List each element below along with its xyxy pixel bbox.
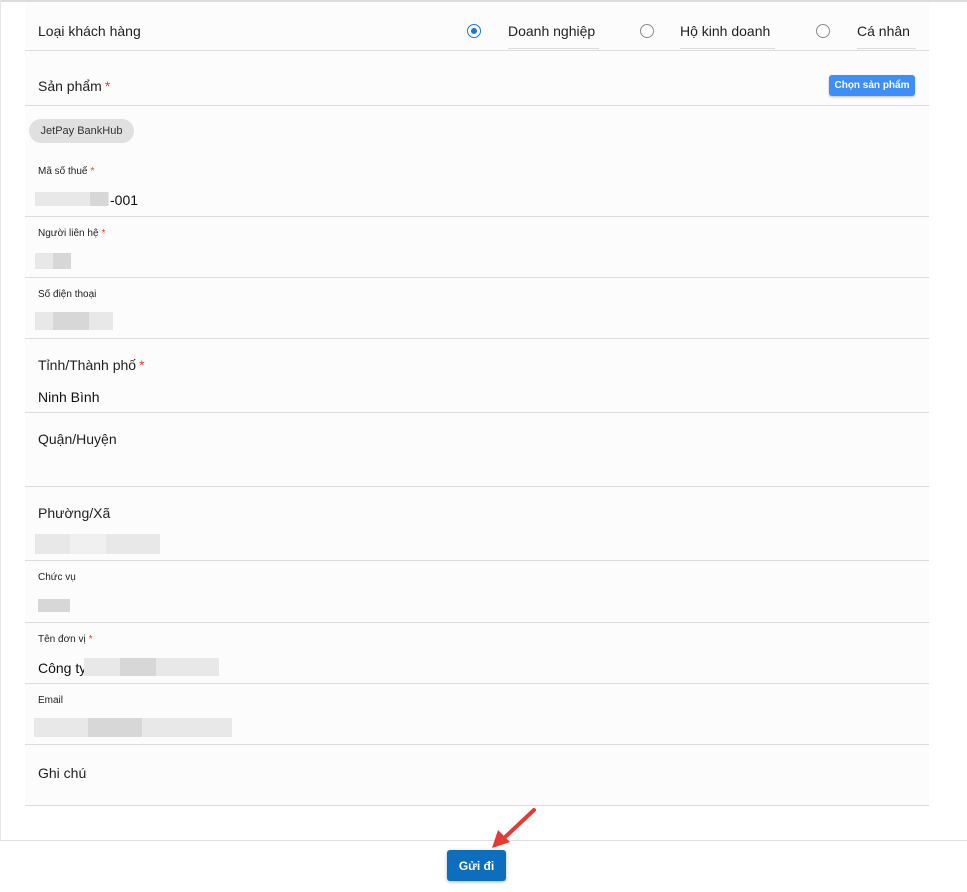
province-label: Tỉnh/Thành phố *: [38, 357, 145, 373]
position-label: Chức vụ: [38, 572, 76, 583]
option-underline: [508, 48, 599, 49]
radio-ho-kinh-doanh[interactable]: [640, 24, 654, 38]
redacted-block: [88, 718, 142, 737]
required-mark: *: [139, 357, 145, 373]
redacted-block: [90, 192, 108, 206]
redacted-block: [70, 534, 106, 554]
divider: [25, 805, 929, 806]
province-value[interactable]: Ninh Bình: [38, 389, 99, 405]
divider: [25, 622, 929, 623]
redacted-block: [53, 253, 71, 269]
option-underline: [680, 48, 775, 49]
ward-label: Phường/Xã: [38, 505, 111, 521]
divider: [25, 486, 929, 487]
product-label-text: Sản phẩm: [38, 78, 102, 94]
footer-divider: [0, 840, 967, 841]
divider: [25, 50, 929, 51]
customer-type-label: Loại khách hàng: [38, 23, 141, 39]
option-ho-kinh-doanh-label: Hộ kinh doanh: [680, 23, 771, 39]
form-card: [25, 2, 929, 806]
redacted-block: [53, 312, 89, 330]
left-border: [0, 0, 1, 840]
email-label: Email: [38, 695, 64, 706]
tax-code-label: Mã số thuế *: [38, 166, 94, 177]
product-label: Sản phẩm *: [38, 78, 110, 94]
radio-doanh-nghiep[interactable]: [467, 24, 481, 38]
district-label: Quận/Huyện: [38, 431, 117, 447]
required-mark: *: [101, 228, 106, 239]
option-underline: [857, 48, 916, 49]
redacted-position: [38, 599, 70, 612]
unit-name-label-text: Tên đơn vị: [38, 634, 86, 645]
contact-person-label-text: Người liên hệ: [38, 228, 99, 239]
unit-name-value-prefix: Công ty: [38, 660, 87, 676]
annotation-arrow-icon: [492, 808, 536, 848]
contact-person-label: Người liên hệ *: [38, 228, 105, 239]
option-ca-nhan-label: Cá nhân: [857, 23, 910, 39]
divider: [25, 412, 929, 413]
tax-code-label-text: Mã số thuế: [38, 166, 88, 177]
required-mark: *: [90, 166, 95, 177]
divider: [25, 105, 929, 106]
divider: [25, 216, 929, 217]
submit-button[interactable]: Gửi đi: [447, 850, 506, 881]
required-mark: *: [88, 634, 93, 645]
tax-code-value-suffix: -001: [110, 192, 139, 208]
phone-label: Số điện thoại: [38, 289, 97, 300]
divider: [25, 338, 929, 339]
province-label-text: Tỉnh/Thành phố: [38, 357, 137, 373]
radio-ca-nhan[interactable]: [816, 24, 830, 38]
choose-product-button[interactable]: Chọn sản phẩm: [829, 75, 915, 96]
divider: [25, 560, 929, 561]
divider: [25, 277, 929, 278]
note-label: Ghi chú: [38, 765, 87, 781]
required-mark: *: [104, 78, 111, 94]
divider: [25, 744, 929, 745]
product-chip[interactable]: JetPay BankHub: [29, 119, 134, 143]
redacted-block: [120, 658, 156, 676]
unit-name-label: Tên đơn vị *: [38, 634, 93, 645]
option-doanh-nghiep-label: Doanh nghiệp: [508, 23, 596, 39]
divider: [25, 683, 929, 684]
